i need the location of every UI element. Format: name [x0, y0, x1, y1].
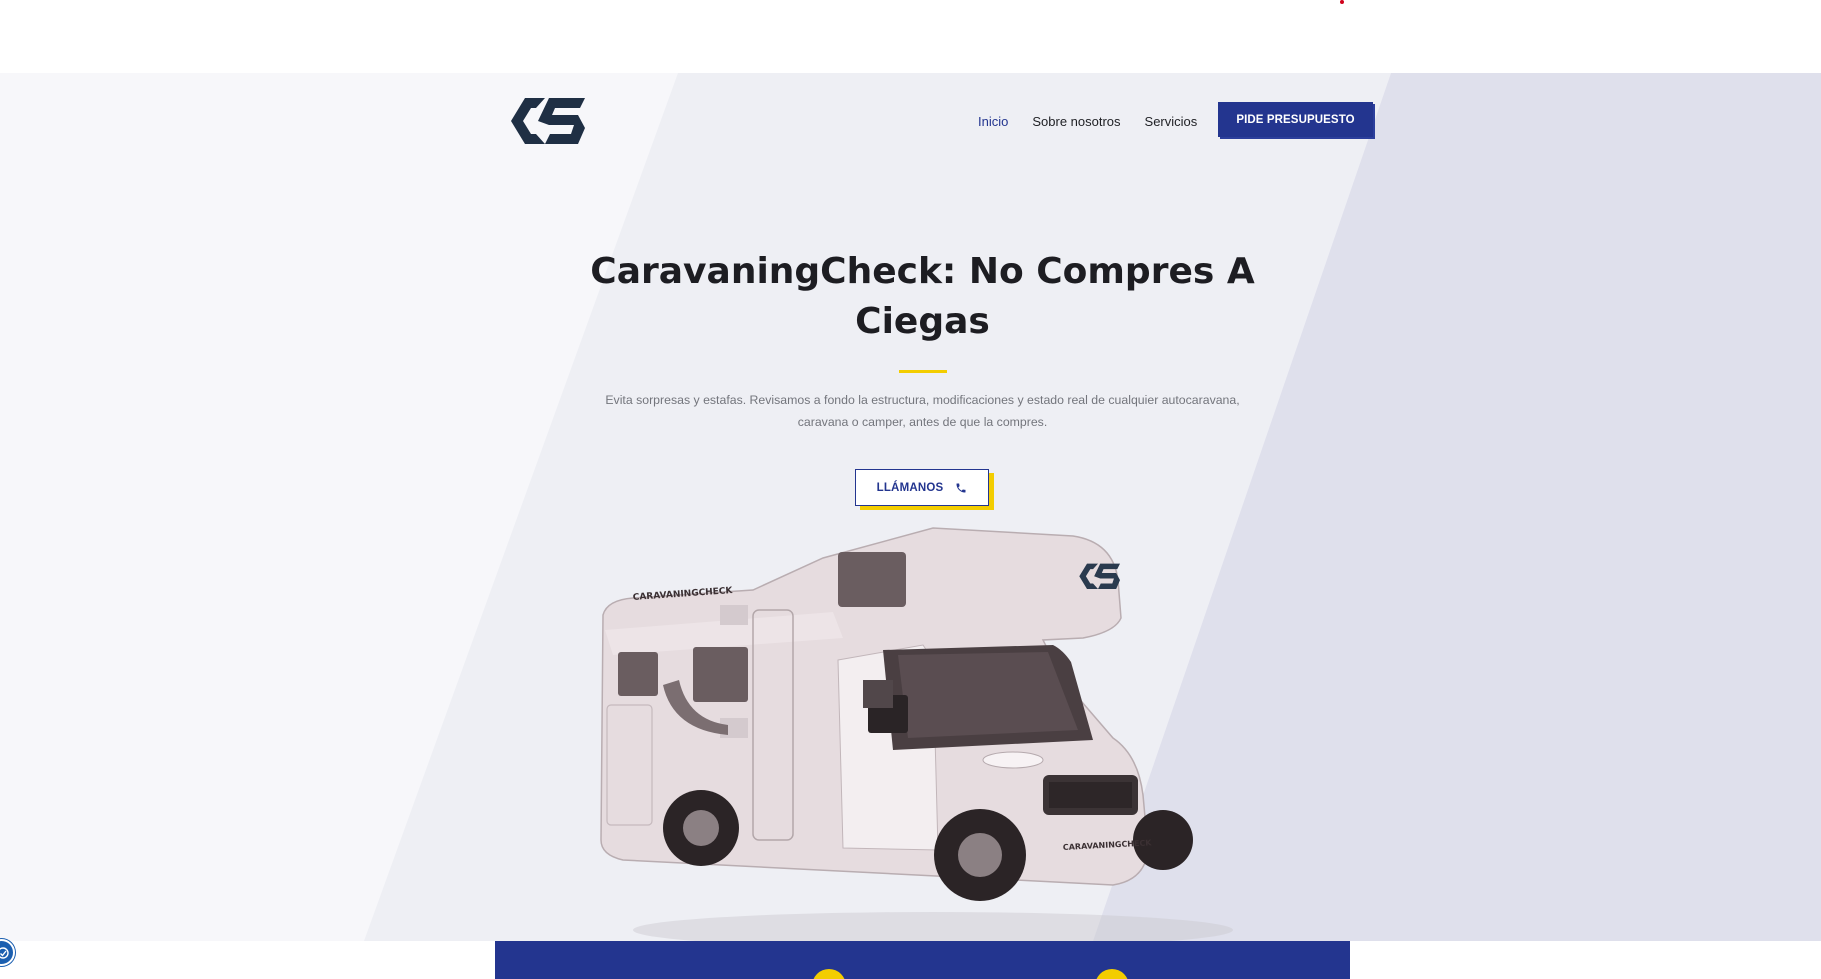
pide-presupuesto-button[interactable]: PIDE PRESUPUESTO — [1218, 102, 1373, 137]
title-underline — [899, 370, 947, 373]
top-strip — [0, 0, 1821, 73]
hero-title: CaravaningCheck: No Compres A Ciegas — [590, 251, 1255, 342]
llamanos-button[interactable]: LLÁMANOS — [855, 469, 989, 506]
accessibility-button[interactable] — [0, 939, 15, 966]
nav-link-sobre-nosotros[interactable]: Sobre nosotros — [1032, 114, 1120, 129]
feature-icon-circle — [1095, 969, 1129, 979]
main-nav: Inicio Sobre nosotros Servicios — [978, 103, 1221, 139]
phone-icon — [956, 483, 966, 492]
nav-link-inicio[interactable]: Inicio — [978, 114, 1008, 129]
nav-link-servicios[interactable]: Servicios — [1145, 114, 1198, 129]
caravaningcheck-logo[interactable] — [505, 95, 587, 147]
camper-image: CARAVANINGCHECK CARAVANINGCHECK — [600, 527, 1233, 941]
notification-dot — [1340, 0, 1344, 4]
call-button-label: LLÁMANOS — [876, 481, 944, 494]
feature-icon-circle — [812, 969, 846, 979]
accessibility-icon — [0, 947, 9, 959]
features-band — [495, 941, 1350, 979]
hero-subtitle: Evita sorpresas y estafas. Revisamos a f… — [605, 393, 1240, 429]
hero-section: Inicio Sobre nosotros Servicios PIDE PRE… — [0, 73, 1821, 941]
